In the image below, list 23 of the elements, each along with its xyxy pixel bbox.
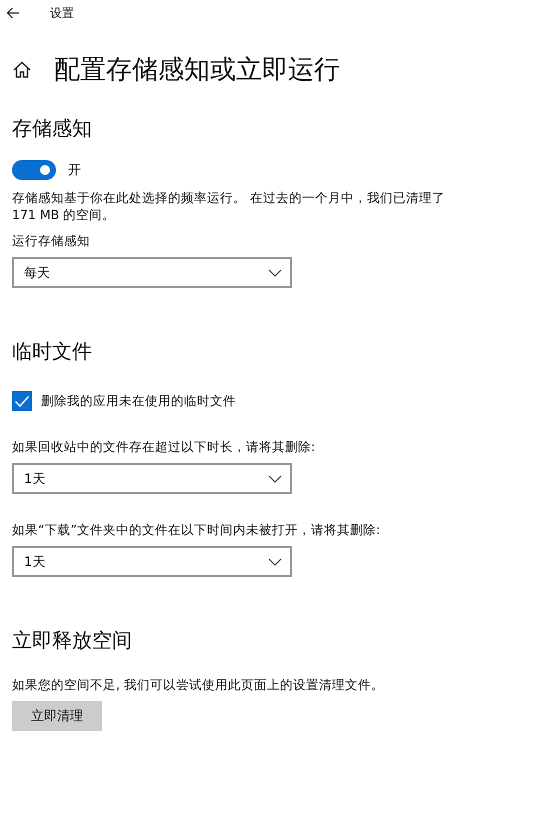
field-label: 如果“下载”文件夹中的文件在以下时间内未被打开，请将其删除: (12, 522, 382, 539)
section-heading: 存储感知 (12, 115, 93, 142)
chevron-down-icon (268, 474, 282, 482)
checkbox[interactable] (12, 391, 32, 411)
description-text: 存储感知基于你在此处选择的频率运行。 在过去的一个月中，我们已清理了 171 MB 的空间。 (12, 189, 446, 223)
dropdown[interactable]: 1天 (12, 546, 292, 577)
description-text: 如果您的空间不足, 我们可以尝试使用此页面上的设置清理文件。 (12, 676, 385, 693)
chevron-down-icon (268, 558, 282, 566)
dropdown[interactable]: 1天 (12, 463, 292, 494)
clean-now-button[interactable]: 立即清理 (12, 701, 102, 731)
page-title: 配置存储感知或立即运行 (54, 54, 340, 87)
window-title: 设置 (50, 4, 74, 22)
field-label: 运行存储感知 (12, 233, 91, 250)
chevron-down-icon (268, 268, 282, 276)
toggle-label: 开 (68, 162, 81, 179)
dropdown[interactable]: 每天 (12, 257, 292, 288)
section-heading: 立即释放空间 (12, 627, 133, 654)
field-label: 如果回收站中的文件存在超过以下时长，请将其删除: (12, 439, 316, 456)
home-icon[interactable] (12, 60, 32, 80)
back-icon[interactable] (6, 7, 20, 19)
toggle-switch[interactable] (12, 160, 56, 180)
checkbox-label: 删除我的应用未在使用的临时文件 (41, 392, 236, 410)
section-heading: 临时文件 (12, 338, 93, 365)
